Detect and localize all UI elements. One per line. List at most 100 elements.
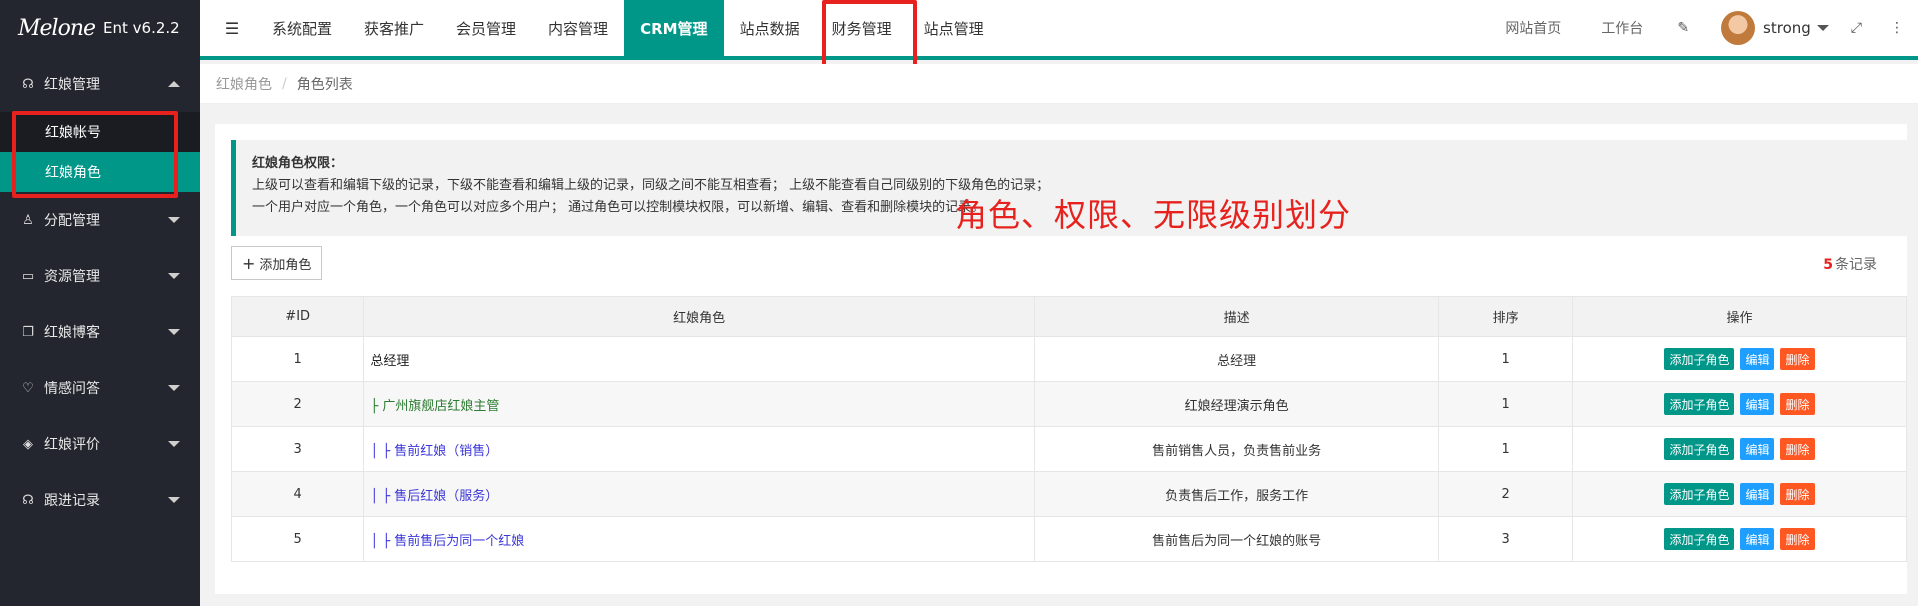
- version-label: Ent v6.2.2: [103, 19, 180, 37]
- chevron-down-icon: [168, 273, 180, 279]
- cell-id: 3: [230, 426, 365, 472]
- table-row: 4 │ ├ 售后红娘（服务） 负责售后工作，服务工作 2 添加子角色 编辑 删除: [230, 471, 1908, 517]
- fullscreen-icon[interactable]: ⤢: [1837, 20, 1876, 36]
- table-row: 2 ├ 广州旗舰店红娘主管 红娘经理演示角色 1 添加子角色 编辑 删除: [230, 381, 1908, 427]
- sidebar-item-reviews[interactable]: ◈ 红娘评价: [0, 416, 200, 472]
- role-name: 总经理: [370, 353, 410, 369]
- row-actions: 添加子角色 编辑 删除: [1579, 393, 1900, 415]
- breadcrumb-current: 角色列表: [296, 76, 353, 93]
- table-row: 3 │ ├ 售前红娘（销售） 售前销售人员，负责售前业务 1 添加子角色 编辑 删除: [230, 426, 1908, 472]
- edit-button[interactable]: 编辑: [1740, 393, 1775, 415]
- user-menu[interactable]: strong: [1703, 11, 1837, 45]
- tab-members[interactable]: 会员管理: [440, 0, 532, 56]
- breadcrumb: 红娘角色 / 角色列表: [200, 64, 1918, 104]
- nav-group-matchmaker: ☊ 红娘管理 红娘帐号 红娘角色: [0, 56, 200, 192]
- column-header-actions: 操作: [1571, 296, 1908, 337]
- sidebar-item-label: 资源管理: [44, 269, 100, 285]
- headset-icon: ☊: [22, 492, 34, 508]
- column-header-id: #ID: [230, 296, 365, 337]
- record-count-suffix: 条记录: [1835, 257, 1877, 273]
- role-description: 总经理: [1217, 353, 1257, 369]
- sidebar-item-label: 红娘评价: [44, 437, 100, 453]
- delete-button[interactable]: 删除: [1780, 393, 1815, 415]
- roles-table: #ID 红娘角色 描述 排序 操作 1 总经理 总经理 1 添加子角色 编辑 删除 2 ├ 广州…: [230, 296, 1908, 562]
- record-count-number: 5: [1823, 257, 1833, 273]
- site-home-link[interactable]: 网站首页: [1485, 18, 1581, 38]
- role-sort: 1: [1501, 396, 1510, 412]
- delete-button[interactable]: 删除: [1780, 438, 1815, 460]
- sidebar-item-label: 跟进记录: [44, 493, 100, 509]
- sidebar-subitem-accounts[interactable]: 红娘帐号: [0, 112, 200, 152]
- header-right: 网站首页 工作台 ✎ strong ⤢ ⋮: [1485, 0, 1918, 56]
- sidebar-item-label: 红娘管理: [44, 77, 100, 93]
- row-actions: 添加子角色 编辑 删除: [1579, 348, 1900, 370]
- tab-crm[interactable]: CRM管理: [624, 0, 724, 56]
- edit-button[interactable]: 编辑: [1740, 438, 1775, 460]
- cell-sort: 3: [1438, 516, 1573, 562]
- cell-description: 总经理: [1033, 336, 1440, 382]
- tab-content[interactable]: 内容管理: [532, 0, 624, 56]
- tab-system-config[interactable]: 系统配置: [256, 0, 348, 56]
- role-id: 5: [293, 531, 302, 547]
- record-count: 5 条记录: [1823, 254, 1877, 274]
- chevron-down-icon: [168, 497, 180, 503]
- breadcrumb-parent[interactable]: 红娘角色: [216, 74, 272, 94]
- menu-toggle-icon[interactable]: ☰: [214, 0, 250, 56]
- cell-actions: 添加子角色 编辑 删除: [1571, 336, 1908, 382]
- role-name: │ ├ 售后红娘（服务）: [370, 488, 499, 504]
- role-id: 1: [293, 351, 302, 367]
- sidebar-item-label: 情感问答: [44, 381, 100, 397]
- delete-button[interactable]: 删除: [1780, 528, 1815, 550]
- sidebar-item-resources[interactable]: ▭ 资源管理: [0, 248, 200, 304]
- tab-site-data[interactable]: 站点数据: [724, 0, 816, 56]
- table-row: 5 │ ├ 售前售后为同一个红娘 售前售后为同一个红娘的账号 3 添加子角色 编辑 删除: [230, 516, 1908, 562]
- chevron-down-icon: [168, 329, 180, 335]
- sidebar-item-blog[interactable]: ❐ 红娘博客: [0, 304, 200, 360]
- add-child-role-button[interactable]: 添加子角色: [1664, 483, 1735, 505]
- role-sort: 2: [1501, 486, 1510, 502]
- add-child-role-button[interactable]: 添加子角色: [1664, 438, 1735, 460]
- cell-description: 红娘经理演示角色: [1033, 381, 1440, 427]
- clear-cache-icon[interactable]: ✎: [1663, 20, 1703, 36]
- headset-icon: ☊: [22, 76, 34, 92]
- cell-id: 5: [230, 516, 365, 562]
- add-child-role-button[interactable]: 添加子角色: [1664, 528, 1735, 550]
- tab-finance[interactable]: 财务管理: [816, 0, 908, 56]
- annotation-text: 角色、权限、无限级别划分: [955, 196, 1352, 234]
- tab-site-management[interactable]: 站点管理: [908, 0, 1000, 56]
- cell-id: 2: [230, 381, 365, 427]
- delete-button[interactable]: 删除: [1780, 348, 1815, 370]
- add-role-label: 添加角色: [259, 257, 312, 273]
- add-child-role-button[interactable]: 添加子角色: [1664, 348, 1735, 370]
- column-header-sort: 排序: [1438, 296, 1573, 337]
- tab-acquisition[interactable]: 获客推广: [348, 0, 440, 56]
- table-row: 1 总经理 总经理 1 添加子角色 编辑 删除: [230, 336, 1908, 382]
- sidebar-item-matchmaker-management[interactable]: ☊ 红娘管理: [0, 56, 200, 112]
- more-vertical-icon[interactable]: ⋮: [1876, 20, 1918, 36]
- review-icon: ◈: [23, 436, 33, 452]
- sidebar-item-assignment[interactable]: ♙ 分配管理: [0, 192, 200, 248]
- cell-actions: 添加子角色 编辑 删除: [1571, 426, 1908, 472]
- role-name: ├ 广州旗舰店红娘主管: [370, 398, 500, 414]
- user-name: strong: [1763, 19, 1811, 37]
- column-header-role: 红娘角色: [363, 296, 1035, 337]
- add-child-role-button[interactable]: 添加子角色: [1664, 393, 1735, 415]
- cell-id: 1: [230, 336, 365, 382]
- sidebar-subitem-roles[interactable]: 红娘角色: [0, 152, 200, 192]
- cell-description: 负责售后工作，服务工作: [1033, 471, 1440, 517]
- cell-sort: 1: [1438, 381, 1573, 427]
- delete-button[interactable]: 删除: [1780, 483, 1815, 505]
- user-assign-icon: ♙: [22, 212, 34, 228]
- plus-icon: +: [242, 253, 256, 273]
- logo[interactable]: Melone Ent v6.2.2: [0, 0, 200, 56]
- edit-button[interactable]: 编辑: [1740, 528, 1775, 550]
- sidebar-item-qa[interactable]: ♡ 情感问答: [0, 360, 200, 416]
- edit-button[interactable]: 编辑: [1740, 483, 1775, 505]
- sidebar-item-label: 分配管理: [44, 213, 100, 229]
- row-actions: 添加子角色 编辑 删除: [1579, 483, 1900, 505]
- workbench-link[interactable]: 工作台: [1581, 18, 1663, 38]
- add-role-button[interactable]: + 添加角色: [231, 246, 323, 280]
- folder-icon: ▭: [21, 268, 35, 284]
- edit-button[interactable]: 编辑: [1740, 348, 1775, 370]
- sidebar-item-followup[interactable]: ☊ 跟进记录: [0, 472, 200, 528]
